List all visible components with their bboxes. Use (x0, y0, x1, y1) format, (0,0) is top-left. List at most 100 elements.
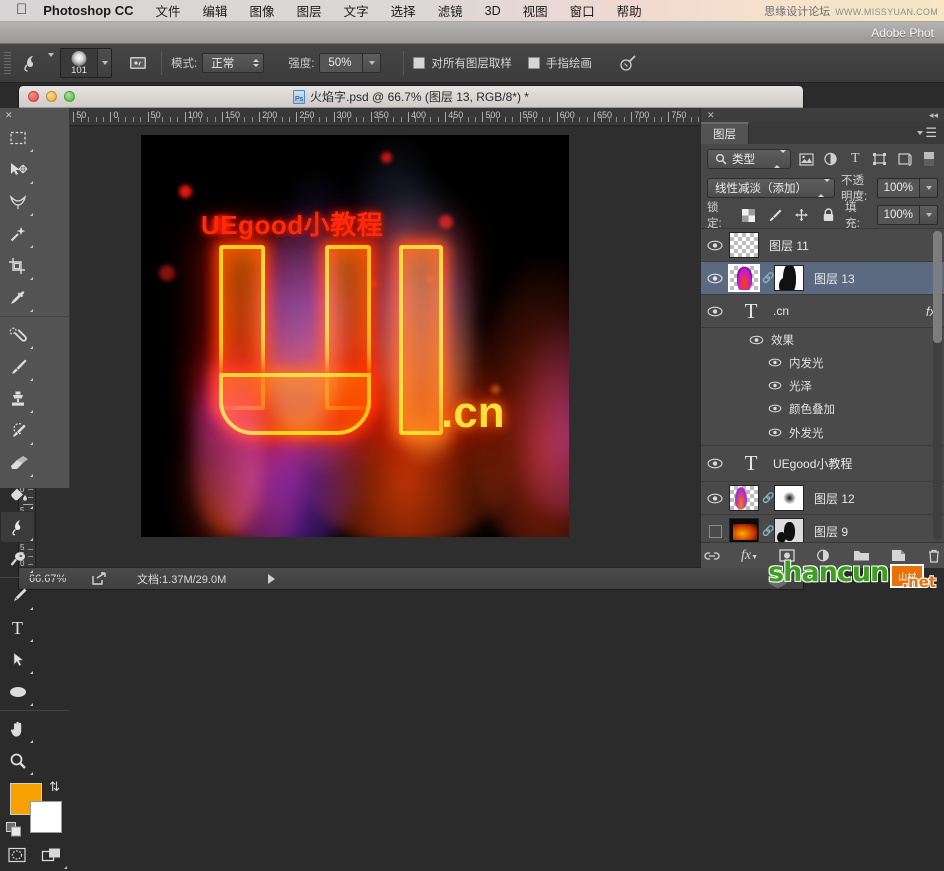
menu-item-help[interactable]: 帮助 (617, 1, 642, 20)
lock-transparent-icon[interactable] (739, 205, 759, 226)
layer-name[interactable]: 图层 12 (814, 490, 855, 507)
brush-size-picker[interactable]: 101 (60, 48, 112, 78)
sample-all-layers-checkbox[interactable]: 对所有图层取样 (413, 55, 512, 71)
path-selection-icon[interactable] (0, 644, 35, 676)
fill-value[interactable]: 100% (876, 205, 920, 225)
share-icon[interactable] (91, 571, 107, 586)
swap-colors-icon[interactable]: ⇅ (49, 779, 60, 795)
effect-visibility-icon[interactable] (767, 380, 782, 391)
strength-dropdown-chevron[interactable] (363, 53, 382, 73)
lock-all-icon[interactable] (818, 205, 838, 226)
brush-dropdown-chevron[interactable] (97, 49, 111, 77)
zoom-icon[interactable] (0, 745, 35, 777)
list-item[interactable]: 外发光 (701, 420, 944, 446)
menu-item-filter[interactable]: 滤镜 (438, 1, 463, 20)
link-layers-icon[interactable] (704, 550, 720, 562)
effect-visibility-icon[interactable] (767, 357, 782, 368)
table-row[interactable]: 🔗 图层 12 (701, 482, 944, 515)
crop-icon[interactable] (0, 250, 35, 282)
layer-name[interactable]: UEgood小教程 (773, 455, 852, 472)
menu-item-type[interactable]: 文字 (344, 1, 369, 20)
collapse-panel-icon[interactable]: ◂◂ (929, 110, 938, 121)
menu-item-file[interactable]: 文件 (156, 1, 181, 20)
lock-image-icon[interactable] (765, 205, 785, 226)
shape-filter-icon[interactable] (871, 149, 890, 170)
table-row[interactable]: T UEgood小教程 (701, 446, 944, 482)
list-item[interactable]: 效果 (701, 328, 944, 351)
lasso-icon[interactable] (0, 186, 35, 218)
layer-visibility-toggle[interactable] (701, 524, 729, 538)
type-filter-icon[interactable]: T (846, 149, 865, 170)
pixel-filter-icon[interactable] (797, 149, 816, 170)
opacity-value[interactable]: 100% (876, 178, 920, 198)
fill-dropdown-chevron[interactable] (920, 205, 938, 225)
layers-scrollbar[interactable] (933, 231, 942, 540)
effects-visibility-icon[interactable] (749, 334, 764, 345)
default-colors-icon[interactable] (6, 822, 22, 837)
ellipse-shape-icon[interactable] (0, 676, 35, 708)
lock-position-icon[interactable] (792, 205, 812, 226)
smudge-tool-icon[interactable] (16, 49, 44, 77)
layer-thumbnail[interactable] (729, 485, 759, 511)
menu-item-layer[interactable]: 图层 (297, 1, 322, 20)
table-row[interactable]: 🔗 图层 13 (701, 262, 944, 295)
smudge-icon[interactable] (0, 511, 35, 543)
layer-name[interactable]: 图层 13 (814, 270, 855, 287)
table-row[interactable]: 图层 11 (701, 229, 944, 262)
effect-visibility-icon[interactable] (767, 403, 782, 414)
spot-healing-brush-icon[interactable] (0, 319, 35, 351)
dodge-icon[interactable] (0, 543, 35, 575)
menu-item-window[interactable]: 窗口 (570, 1, 595, 20)
table-row[interactable]: T .cn fx (701, 295, 944, 328)
menu-item-select[interactable]: 选择 (391, 1, 416, 20)
layer-thumbnail[interactable] (729, 518, 759, 542)
menu-item-view[interactable]: 视图 (523, 1, 548, 20)
quick-mask-icon[interactable] (0, 839, 35, 871)
list-item[interactable]: 颜色叠加 (701, 397, 944, 420)
background-color-swatch[interactable] (30, 801, 62, 833)
clone-stamp-icon[interactable] (0, 383, 35, 415)
layer-visibility-toggle[interactable] (701, 306, 729, 317)
filter-toggle-icon[interactable] (920, 149, 939, 170)
layer-thumbnail[interactable] (728, 264, 760, 292)
strength-control[interactable]: 50% (319, 53, 382, 73)
tool-preset-chevron[interactable] (48, 53, 54, 69)
tab-layers[interactable]: 图层 (701, 122, 749, 144)
layer-visibility-toggle[interactable] (701, 240, 729, 251)
canvas-area[interactable]: UEgood小教程 .cn (36, 126, 803, 567)
rectangular-marquee-icon[interactable] (0, 122, 35, 154)
layer-thumbnail[interactable] (729, 232, 759, 258)
magic-wand-icon[interactable] (0, 218, 35, 250)
eraser-icon[interactable] (0, 447, 35, 479)
apple-icon[interactable]:  (16, 2, 27, 17)
layer-style-fx-icon[interactable]: fx▼ (741, 548, 758, 564)
brush-preset-panel-icon[interactable] (124, 49, 152, 77)
brush-icon[interactable] (0, 351, 35, 383)
panel-menu-icon[interactable]: ☰ (910, 122, 944, 144)
paint-bucket-icon[interactable] (0, 479, 35, 511)
layer-mask-thumbnail[interactable] (774, 265, 804, 291)
options-bar-grip[interactable] (3, 50, 12, 76)
finger-paint-checkbox[interactable]: 手指绘画 (527, 55, 592, 71)
link-mask-icon[interactable]: 🔗 (762, 493, 774, 504)
tablet-pressure-icon[interactable] (614, 49, 642, 77)
artboard[interactable]: UEgood小教程 .cn (141, 135, 569, 537)
filter-kind-select[interactable]: 类型 (707, 149, 791, 169)
strength-value[interactable]: 50% (319, 53, 364, 73)
link-mask-icon[interactable]: 🔗 (762, 526, 774, 537)
type-icon[interactable]: T (0, 612, 35, 644)
table-row[interactable]: 🔗 图层 9 (701, 515, 944, 542)
menu-item-edit[interactable]: 编辑 (203, 1, 228, 20)
opacity-dropdown-chevron[interactable] (920, 178, 938, 198)
effect-visibility-icon[interactable] (767, 427, 782, 438)
list-item[interactable]: 内发光 (701, 351, 944, 374)
layers-list[interactable]: 图层 11 🔗 图层 13 T .cn fx 效果 内发光 光泽 颜色叠加 外发… (701, 228, 944, 542)
close-icon[interactable]: ✕ (0, 108, 69, 122)
eyedropper-icon[interactable] (0, 282, 35, 314)
screen-mode-icon[interactable] (35, 839, 70, 871)
layer-visibility-toggle[interactable] (701, 493, 729, 504)
move-icon[interactable] (0, 154, 35, 186)
layer-visibility-toggle[interactable] (701, 273, 729, 284)
close-icon[interactable]: ✕ (707, 110, 715, 121)
app-name-menu[interactable]: Photoshop CC (43, 3, 133, 18)
